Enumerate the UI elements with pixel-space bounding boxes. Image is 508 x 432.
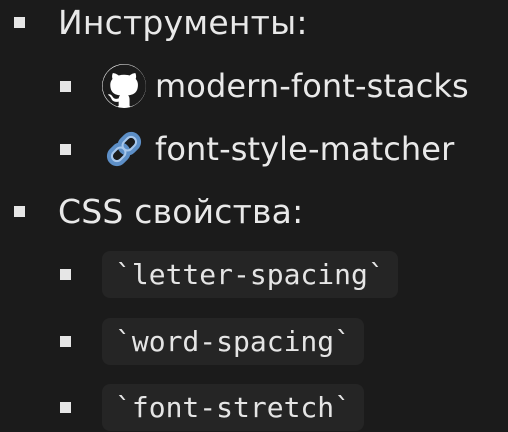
- list-bullet: [60, 143, 71, 155]
- notes-list: Инструменты: modern-font-stacks font-sty: [0, 0, 508, 431]
- github-icon: [102, 64, 146, 108]
- list-item-font-stretch: `font-stretch`: [60, 382, 365, 432]
- list-bullet: [60, 268, 71, 280]
- list-bullet: [14, 205, 25, 217]
- section-tools: Инструменты:: [14, 4, 308, 40]
- list-bullet: [14, 16, 25, 28]
- section-title-tools: Инструменты:: [58, 2, 308, 42]
- list-item-word-spacing: `word-spacing`: [60, 316, 365, 366]
- list-bullet: [60, 335, 71, 347]
- section-title-css: CSS свойства:: [58, 191, 304, 231]
- code-chip: `word-spacing`: [102, 317, 365, 365]
- code-chip: `font-stretch`: [102, 383, 365, 431]
- link-icon: [102, 127, 146, 171]
- list-bullet: [60, 80, 71, 92]
- list-bullet: [60, 401, 71, 413]
- item-label[interactable]: modern-font-stacks: [155, 70, 469, 102]
- item-label[interactable]: font-style-matcher: [155, 133, 454, 165]
- list-item-modern-font-stacks[interactable]: modern-font-stacks: [60, 64, 469, 108]
- code-chip: `letter-spacing`: [102, 250, 398, 298]
- list-item-font-style-matcher[interactable]: font-style-matcher: [60, 128, 454, 170]
- section-css-properties: CSS свойства:: [14, 193, 303, 229]
- list-item-letter-spacing: `letter-spacing`: [60, 249, 398, 299]
